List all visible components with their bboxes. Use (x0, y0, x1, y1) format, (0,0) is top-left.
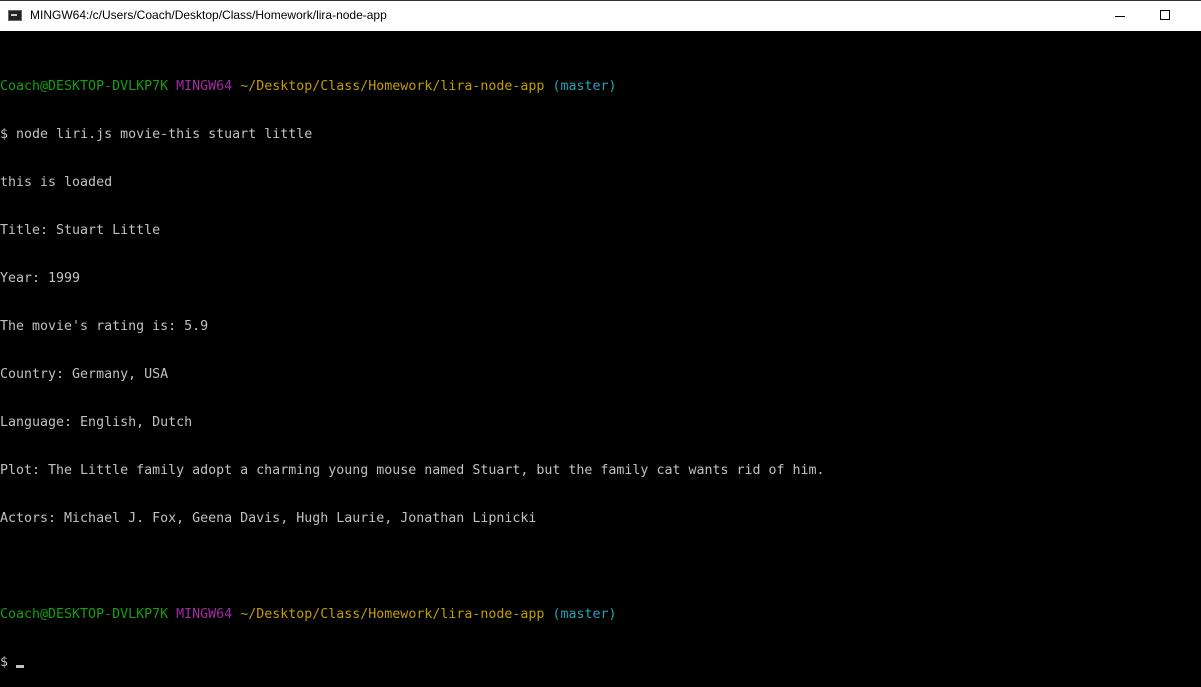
window-title: MINGW64:/c/Users/Coach/Desktop/Class/Hom… (30, 8, 387, 22)
output-line: Actors: Michael J. Fox, Geena Davis, Hug… (0, 511, 537, 526)
command-line: $ node liri.js movie-this stuart little (0, 127, 825, 143)
prompt-path: ~/Desktop/Class/Homework/lira-node-app (240, 79, 545, 94)
prompt-user-host: Coach@DESKTOP-DVLKP7K (0, 79, 169, 94)
input-line[interactable]: $ (0, 655, 825, 671)
prompt-line: Coach@DESKTOP-DVLKP7K MINGW64 ~/Desktop/… (0, 79, 825, 95)
prompt-system: MINGW64 (176, 79, 233, 94)
command-text: node liri.js movie-this stuart little (16, 127, 313, 142)
minimize-button[interactable] (1108, 9, 1138, 25)
title-bar[interactable]: MINGW64:/c/Users/Coach/Desktop/Class/Hom… (0, 0, 1201, 31)
prompt-line: Coach@DESKTOP-DVLKP7K MINGW64 ~/Desktop/… (0, 607, 825, 623)
prompt-path: ~/Desktop/Class/Homework/lira-node-app (240, 607, 545, 622)
output-line: Year: 1999 (0, 271, 81, 286)
output-line: Language: English, Dutch (0, 415, 193, 430)
maximize-button[interactable] (1156, 9, 1186, 25)
prompt-system: MINGW64 (176, 607, 233, 622)
prompt-branch: (master) (552, 79, 617, 94)
prompt-branch: (master) (552, 607, 617, 622)
terminal-app-icon[interactable] (8, 10, 22, 21)
prompt-symbol: $ (0, 127, 9, 142)
prompt-symbol: $ (0, 655, 9, 670)
prompt-user-host: Coach@DESKTOP-DVLKP7K (0, 607, 169, 622)
output-line: this is loaded (0, 175, 113, 190)
output-line: Plot: The Little family adopt a charming… (0, 463, 825, 478)
text-cursor (16, 665, 25, 668)
output-line: Title: Stuart Little (0, 223, 161, 238)
output-line: The movie's rating is: 5.9 (0, 319, 209, 334)
terminal-output[interactable]: Coach@DESKTOP-DVLKP7K MINGW64 ~/Desktop/… (0, 47, 825, 687)
output-line: Country: Germany, USA (0, 367, 169, 382)
